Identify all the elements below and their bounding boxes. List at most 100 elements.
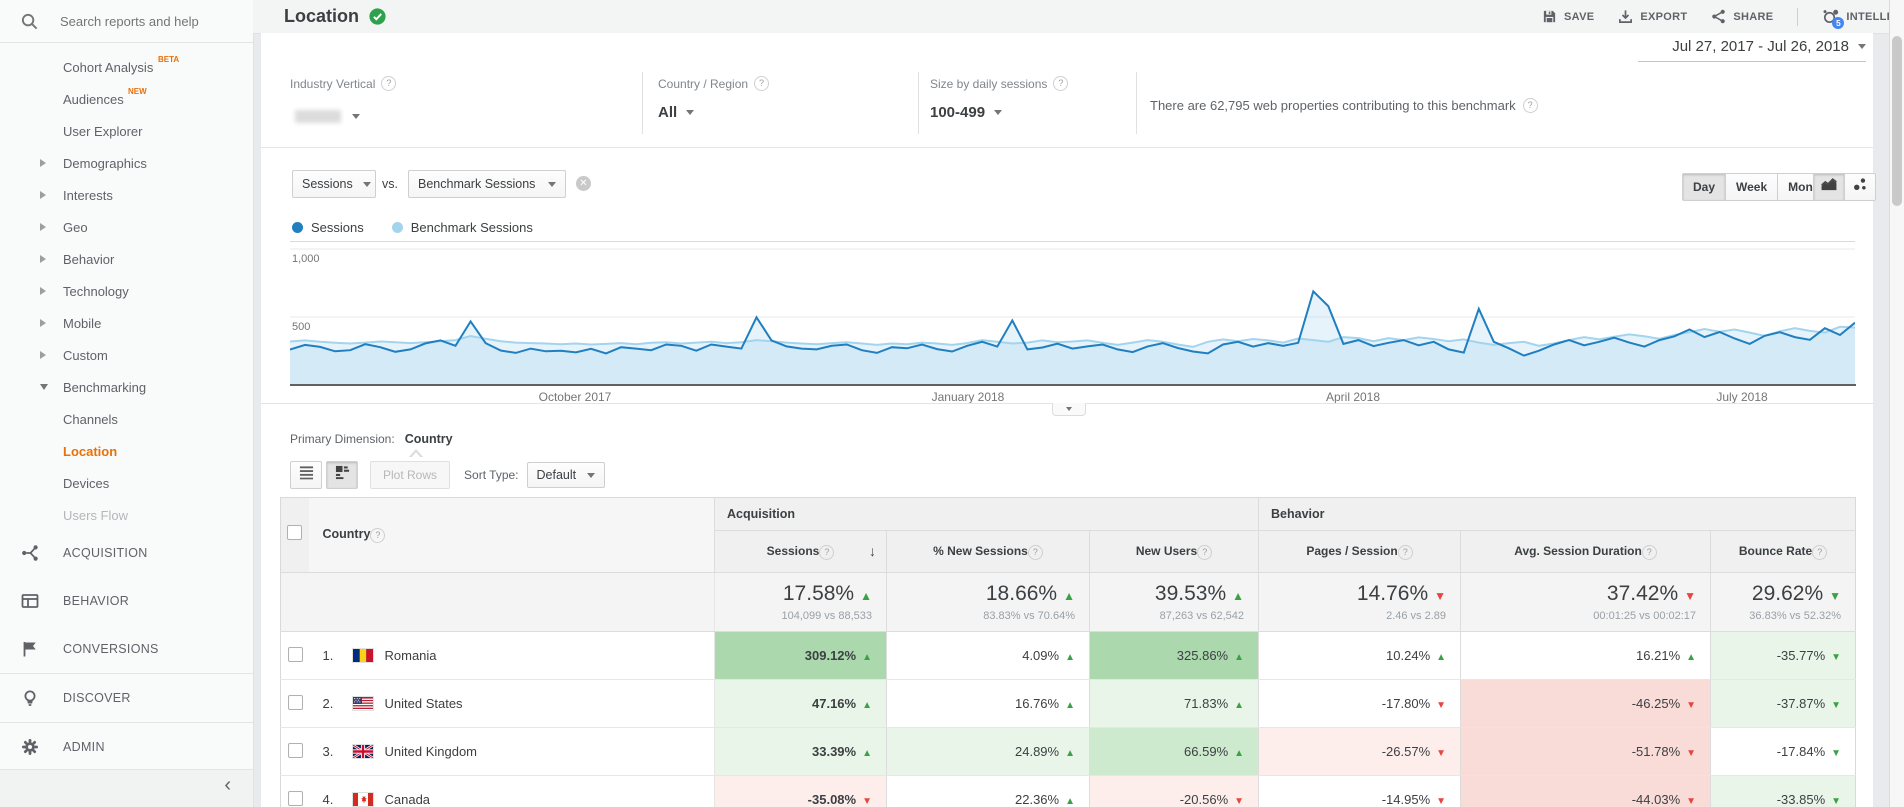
y-axis-label: 1,000: [292, 253, 320, 265]
divider: [1797, 8, 1798, 26]
sidebar-item-cohort-analysis[interactable]: Cohort AnalysisBETA: [0, 51, 253, 83]
date-range-value: Jul 27, 2017 - Jul 26, 2018: [1672, 38, 1849, 55]
motion-chart-view-button[interactable]: [1845, 173, 1876, 201]
share-button[interactable]: SHARE: [1711, 9, 1773, 24]
help-icon[interactable]: ?: [1812, 545, 1827, 560]
sidebar-item-interests[interactable]: Interests: [0, 179, 253, 211]
arrow-up-icon: ▲: [1234, 700, 1244, 711]
help-icon[interactable]: ?: [1642, 545, 1657, 560]
granularity-week-button[interactable]: Week: [1726, 173, 1778, 201]
sidebar-section-acquisition[interactable]: ACQUISITION: [0, 529, 253, 577]
sidebar-item-audiences[interactable]: AudiencesNEW: [0, 83, 253, 115]
column-header-pages-session[interactable]: Pages / Session?: [1259, 531, 1461, 573]
granularity-day-button[interactable]: Day: [1682, 173, 1726, 201]
chevron-down-icon: [40, 384, 48, 390]
select-all-checkbox[interactable]: [287, 525, 302, 540]
help-icon[interactable]: ?: [1197, 545, 1212, 560]
arrow-up-icon: ▲: [1063, 589, 1075, 603]
summary-cell: 39.53%▲ 87,263 vs 62,542: [1090, 573, 1259, 632]
flag-ro-icon: [352, 648, 374, 663]
column-header-avg-session-duration[interactable]: Avg. Session Duration?: [1461, 531, 1711, 573]
sidebar-item-location[interactable]: Location: [0, 435, 253, 467]
row-checkbox[interactable]: [288, 743, 303, 758]
arrow-down-icon: ▼: [862, 796, 872, 807]
sort-type-dropdown[interactable]: Default: [527, 462, 605, 488]
sidebar-item-technology[interactable]: Technology: [0, 275, 253, 307]
comparison-view-button[interactable]: [326, 461, 358, 489]
chevron-right-icon: [40, 287, 46, 295]
row-checkbox[interactable]: [288, 695, 303, 710]
legend-item[interactable]: Benchmark Sessions: [392, 220, 533, 235]
divider: [261, 147, 1873, 148]
arrow-down-icon: ▼: [1436, 796, 1446, 807]
sessions-timeseries-chart[interactable]: [290, 240, 1855, 385]
column-header-sessions[interactable]: Sessions?↓: [715, 531, 887, 573]
save-icon: [1542, 9, 1557, 24]
help-icon[interactable]: ?: [370, 528, 385, 543]
plot-rows-button[interactable]: Plot Rows: [370, 461, 450, 489]
help-icon[interactable]: ?: [819, 545, 834, 560]
help-icon[interactable]: ?: [1053, 76, 1068, 91]
comparison-metric-dropdown[interactable]: Benchmark Sessions: [408, 170, 566, 198]
primary-dimension-country-tab[interactable]: Country: [405, 432, 453, 446]
sidebar-item-geo[interactable]: Geo: [0, 211, 253, 243]
search-placeholder: Search reports and help: [60, 14, 199, 29]
help-icon[interactable]: ?: [1028, 545, 1043, 560]
sidebar-item-mobile[interactable]: Mobile: [0, 307, 253, 339]
header-actions: SAVE EXPORT SHARE 5 INTELLIGENCE: [1542, 0, 1904, 33]
export-button[interactable]: EXPORT: [1618, 9, 1687, 24]
sidebar-collapse-bar[interactable]: ‹: [0, 769, 253, 807]
industry-vertical-value-redacted[interactable]: [295, 110, 341, 123]
row-checkbox[interactable]: [288, 791, 303, 806]
country-region-select[interactable]: All: [658, 104, 694, 121]
help-icon[interactable]: ?: [754, 76, 769, 91]
group-header-behavior: Behavior: [1259, 498, 1856, 531]
arrow-up-icon: ▲: [1065, 748, 1075, 759]
sidebar-section-admin[interactable]: ADMIN: [0, 722, 253, 771]
x-axis-label: January 2018: [932, 390, 1005, 404]
sidebar-item-demographics[interactable]: Demographics: [0, 147, 253, 179]
help-icon[interactable]: ?: [381, 76, 396, 91]
help-icon[interactable]: ?: [1523, 98, 1538, 113]
sidebar-search[interactable]: Search reports and help: [0, 0, 253, 43]
primary-dimension-row: Primary Dimension: Country: [290, 432, 453, 446]
sidebar-item-user-explorer[interactable]: User Explorer: [0, 115, 253, 147]
remove-comparison-icon[interactable]: ✕: [576, 176, 591, 191]
date-range-picker[interactable]: Jul 27, 2017 - Jul 26, 2018: [1638, 38, 1866, 62]
save-button[interactable]: SAVE: [1542, 9, 1594, 24]
sort-descending-icon[interactable]: ↓: [869, 543, 876, 559]
chart-collapse-tab[interactable]: [1052, 403, 1086, 416]
sidebar-item-behavior[interactable]: Behavior: [0, 243, 253, 275]
sidebar-section-discover[interactable]: DISCOVER: [0, 673, 253, 722]
row-checkbox[interactable]: [288, 647, 303, 662]
sidebar-item-users-flow[interactable]: Users Flow: [0, 499, 253, 531]
sidebar-item-channels[interactable]: Channels: [0, 403, 253, 435]
data-view-button[interactable]: [290, 461, 322, 489]
chevron-down-icon: [994, 110, 1002, 115]
sidebar-item-devices[interactable]: Devices: [0, 467, 253, 499]
metric-cell: -14.95%▼: [1259, 776, 1461, 807]
chevron-down-icon: [1066, 407, 1072, 411]
primary-metric-dropdown[interactable]: Sessions: [292, 170, 376, 198]
scrollbar-thumb[interactable]: [1892, 36, 1902, 206]
column-header-new-users[interactable]: New Users?: [1090, 531, 1259, 573]
arrow-down-icon: ▼: [1831, 652, 1841, 663]
sidebar-section-conversions[interactable]: CONVERSIONS: [0, 625, 253, 673]
metric-cell: 16.76%▲: [887, 680, 1090, 728]
x-axis-label: July 2018: [1716, 390, 1767, 404]
arrow-down-icon: ▼: [1686, 748, 1696, 759]
help-icon[interactable]: ?: [1398, 545, 1413, 560]
legend-item[interactable]: Sessions: [292, 220, 364, 235]
column-header--new-sessions[interactable]: % New Sessions?: [887, 531, 1090, 573]
sidebar-item-custom[interactable]: Custom: [0, 339, 253, 371]
chevron-down-icon[interactable]: [352, 114, 360, 119]
sidebar-section-behavior[interactable]: BEHAVIOR: [0, 577, 253, 625]
size-by-daily-sessions-select[interactable]: 100-499: [930, 104, 1002, 121]
table-row: 1. Romania309.12%▲4.09%▲325.86%▲10.24%▲1…: [281, 632, 1856, 680]
arrow-up-icon: ▲: [862, 748, 872, 759]
column-header-bounce-rate[interactable]: Bounce Rate?: [1711, 531, 1856, 573]
line-chart-view-button[interactable]: [1813, 173, 1845, 201]
sidebar-item-benchmarking[interactable]: Benchmarking: [0, 371, 253, 403]
column-header-country[interactable]: Country?: [309, 498, 715, 573]
country-cell: 1. Romania: [309, 632, 715, 680]
